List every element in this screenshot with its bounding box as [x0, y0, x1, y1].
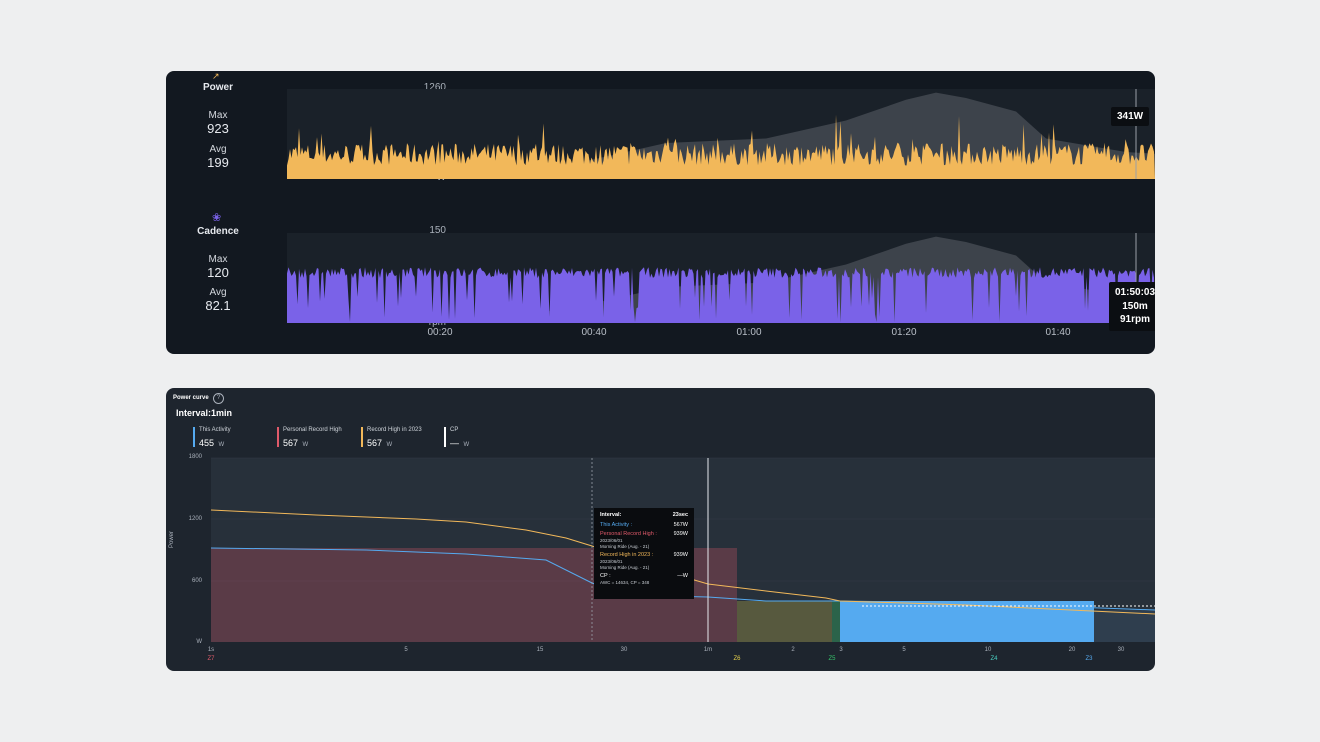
- tt-cp-label: CP :: [600, 572, 611, 579]
- tt-this-label: This Activity :: [600, 522, 633, 529]
- tt-yr-value: 939W: [673, 552, 688, 559]
- tt-interval-label: Interval:: [600, 512, 622, 518]
- tt-pr-value: 939W: [673, 531, 688, 538]
- tt-this-value: 567W: [673, 522, 688, 529]
- zone-z4-area: [840, 601, 1094, 642]
- time-xtick: 01:00: [736, 327, 762, 338]
- duration-xtick: 30: [620, 647, 628, 653]
- power-curve-card: Power curve ? Interval:1min This Activit…: [166, 388, 1155, 671]
- duration-xtick: 15: [536, 647, 544, 653]
- duration-xtick: 1m: [703, 647, 713, 653]
- zone-z5-area: [832, 601, 840, 642]
- time-xtick: 01:40: [1045, 327, 1071, 338]
- zone-z3-area: [1094, 610, 1155, 642]
- tt-yr-ride: Morning Ride (Aug. - 21): [600, 565, 650, 571]
- activity-chart-card: ↗ Power Max 923 Avg 199 ❀ Cadence Max 12…: [166, 71, 1155, 354]
- duration-xtick: 20: [1068, 647, 1076, 653]
- zone-label: Z5: [828, 656, 836, 662]
- tt-cp-sub: AWC = 14634, CP = 348: [600, 580, 650, 586]
- tooltip-time: 01:50:03: [1115, 287, 1155, 298]
- power-tooltip: 341W: [1111, 107, 1150, 126]
- activity-plot[interactable]: [166, 71, 1155, 354]
- duration-xtick: 5: [902, 647, 906, 653]
- time-xtick: 00:40: [581, 327, 607, 338]
- zone-label: Z3: [1085, 656, 1093, 662]
- tt-cp-value: —W: [677, 572, 688, 579]
- tooltip-cadence: 91rpm: [1120, 314, 1151, 325]
- time-xtick: 01:20: [891, 327, 917, 338]
- zone-z6-area: [737, 601, 832, 642]
- tooltip-elevation: 150m: [1122, 300, 1148, 312]
- duration-xtick: 1s: [207, 647, 215, 653]
- tt-pr-label: Personal Record High :: [600, 531, 657, 538]
- time-xtick: 00:20: [427, 327, 453, 338]
- duration-xtick: 10: [984, 647, 992, 653]
- duration-xtick: 2: [791, 647, 795, 653]
- tt-yr-label: Record High in 2023 :: [600, 552, 654, 559]
- power-curve-tooltip: Interval: 23sec This Activity : 567W Perso…: [594, 508, 694, 599]
- tt-pr-ride: Morning Ride (Aug. - 21): [600, 544, 650, 550]
- duration-xtick: 5: [404, 647, 408, 653]
- cadence-series: [287, 267, 1155, 323]
- tt-interval-value: 23sec: [672, 512, 688, 518]
- cadence-tooltip: 01:50:03 150m 91rpm: [1109, 282, 1155, 331]
- zone-label: Z4: [990, 656, 998, 662]
- duration-xtick: 3: [839, 647, 843, 653]
- duration-xtick: 30: [1117, 647, 1125, 653]
- zone-label: Z7: [207, 656, 215, 662]
- zone-label: Z6: [733, 656, 741, 662]
